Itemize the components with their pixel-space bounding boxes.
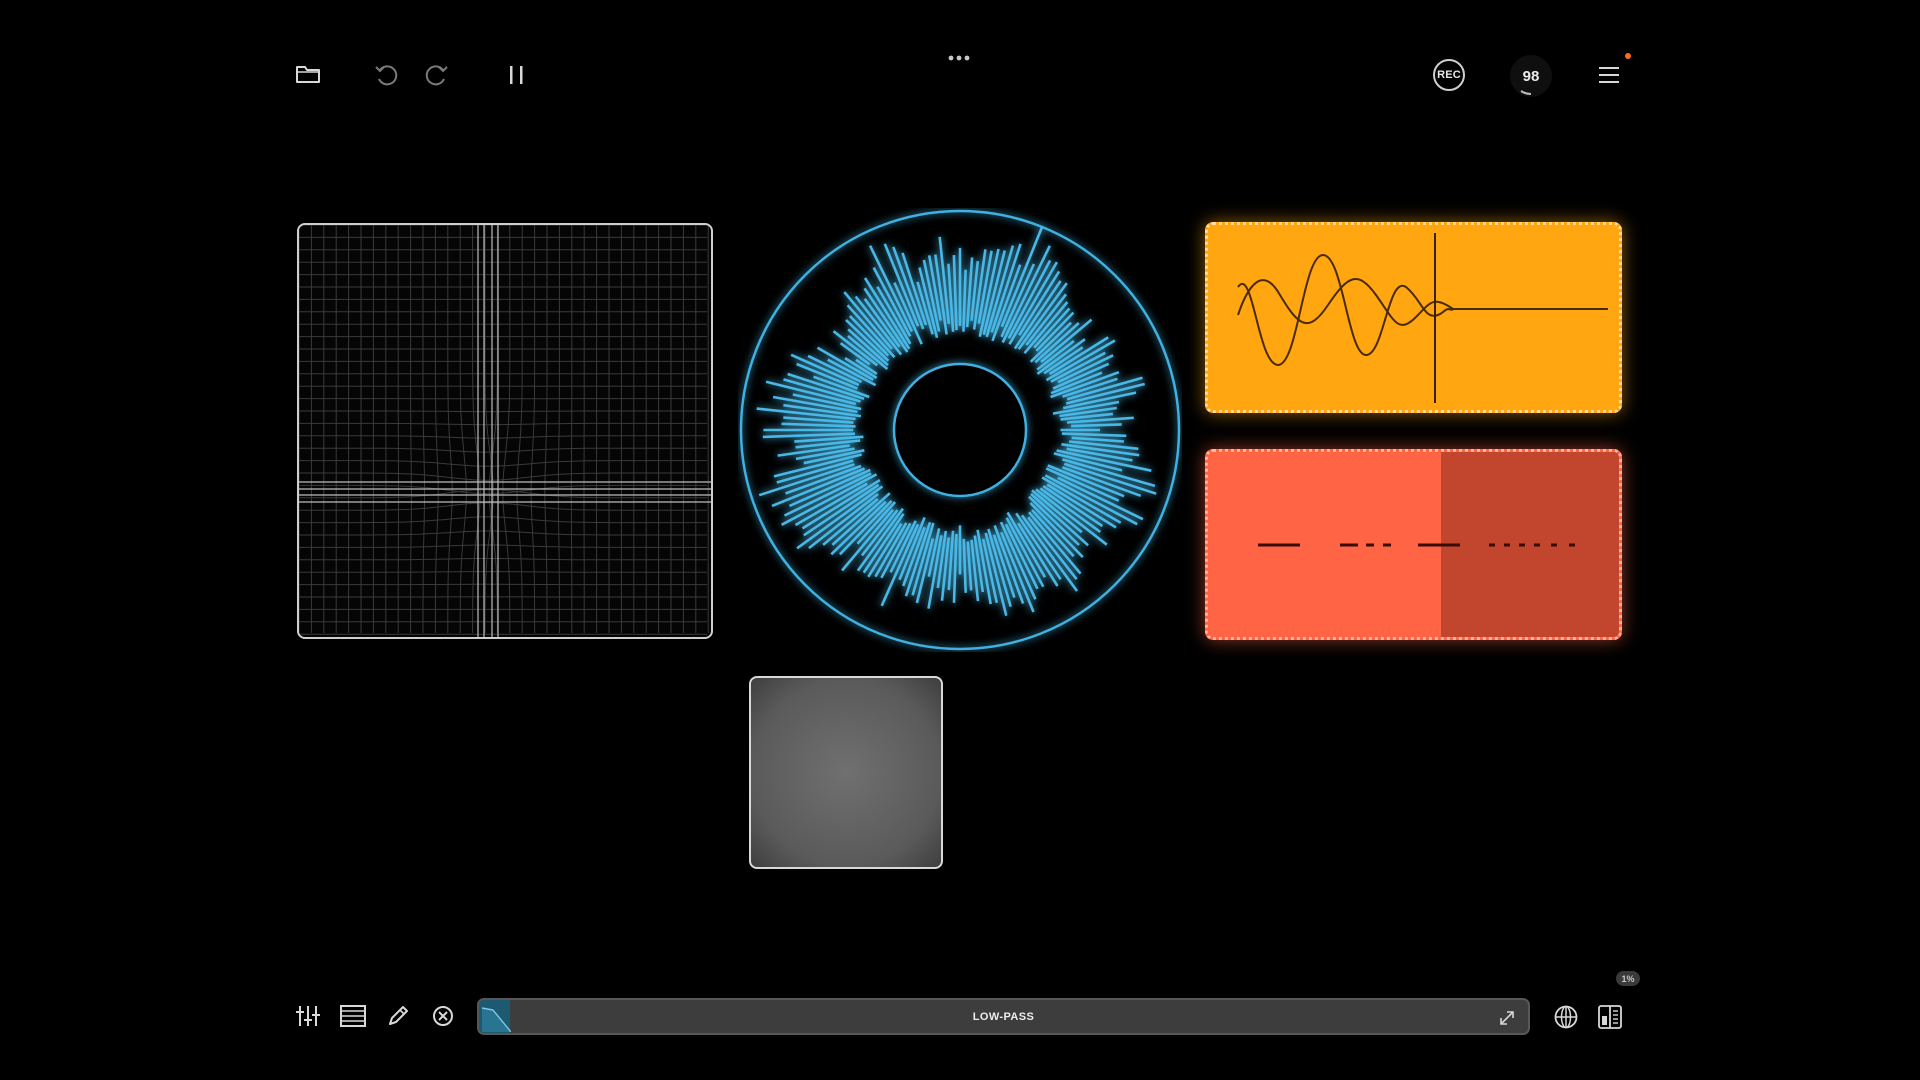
globe-icon[interactable] [1552, 1003, 1580, 1031]
close-circle-icon[interactable] [430, 1003, 456, 1029]
waveform-panel[interactable] [1205, 222, 1622, 413]
sequence-panel[interactable] [1205, 449, 1622, 640]
redo-icon[interactable] [424, 62, 450, 88]
xy-pad[interactable] [297, 223, 713, 639]
waveform-display [1237, 233, 1608, 403]
menu-icon[interactable] [1596, 63, 1622, 87]
more-dots-icon[interactable] [946, 52, 972, 64]
list-icon[interactable] [339, 1003, 367, 1029]
folder-icon[interactable] [295, 63, 321, 85]
expand-icon[interactable] [1498, 1009, 1516, 1027]
mixer-sliders-icon[interactable] [295, 1003, 321, 1029]
cpu-percent-badge: 1% [1616, 971, 1640, 986]
notification-dot [1625, 53, 1631, 59]
top-toolbar: REC 98 [0, 0, 1920, 140]
sequence-steps [1258, 543, 1575, 547]
tempo-ring-icon [1520, 90, 1532, 96]
trigger-pad[interactable] [749, 676, 943, 869]
circular-visualizer[interactable] [738, 208, 1182, 652]
split-view-icon[interactable] [1596, 1003, 1624, 1031]
filter-bar[interactable]: LOW-PASS [477, 998, 1530, 1035]
radial-spectrum [739, 209, 1181, 651]
pencil-icon[interactable] [385, 1003, 411, 1029]
filter-type-label: LOW-PASS [972, 1010, 1035, 1023]
pause-icon[interactable] [504, 64, 530, 86]
undo-icon[interactable] [373, 62, 399, 88]
xy-grid [299, 225, 711, 637]
tempo-badge[interactable]: 98 [1510, 55, 1552, 97]
record-button[interactable]: REC [1433, 59, 1465, 91]
record-label: REC [1437, 69, 1461, 81]
